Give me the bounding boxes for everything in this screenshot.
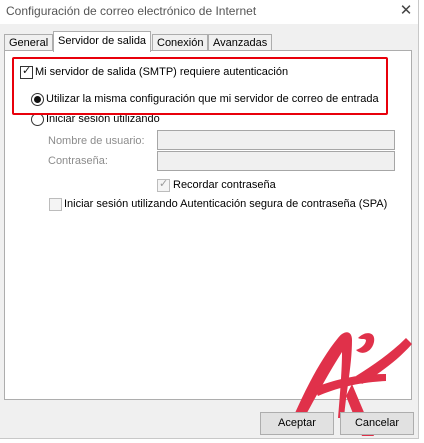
spa-checkbox[interactable] [49, 198, 62, 211]
tab-advanced[interactable]: Avanzadas [208, 34, 273, 51]
window-title: Configuración de correo electrónico de I… [6, 4, 257, 18]
password-label: Contraseña: [48, 155, 108, 167]
smtp-auth-label[interactable]: Mi servidor de salida (SMTP) requiere au… [35, 66, 288, 78]
login-using-radio[interactable] [31, 113, 44, 126]
radio-selected-dot [34, 96, 41, 103]
same-settings-label[interactable]: Utilizar la misma configuración que mi s… [46, 93, 379, 105]
dialog-window: Configuración de correo electrónico de I… [0, 0, 419, 439]
remember-password-checkbox[interactable]: ✓ [157, 178, 170, 192]
cancel-button[interactable]: Cancelar [340, 412, 414, 435]
login-using-label[interactable]: Iniciar sesión utilizando [46, 113, 160, 125]
remember-password-label: Recordar contraseña [173, 179, 276, 191]
tab-outgoing-server[interactable]: Servidor de salida [53, 31, 152, 52]
checkmark-icon: ✓ [159, 178, 169, 190]
tab-connection[interactable]: Conexión [152, 34, 209, 51]
username-field[interactable] [157, 130, 395, 150]
ok-button[interactable]: Aceptar [260, 412, 334, 435]
password-field[interactable] [157, 151, 395, 171]
tab-general[interactable]: General [4, 34, 54, 51]
title-bar: Configuración de correo electrónico de I… [0, 0, 418, 24]
checkmark-icon: ✓ [22, 65, 32, 77]
close-icon[interactable]: ✕ [394, 0, 418, 22]
spa-label: Iniciar sesión utilizando Autenticación … [64, 198, 388, 210]
smtp-auth-checkbox[interactable]: ✓ [20, 65, 33, 79]
username-label: Nombre de usuario: [48, 135, 145, 147]
same-settings-radio[interactable] [31, 93, 44, 106]
